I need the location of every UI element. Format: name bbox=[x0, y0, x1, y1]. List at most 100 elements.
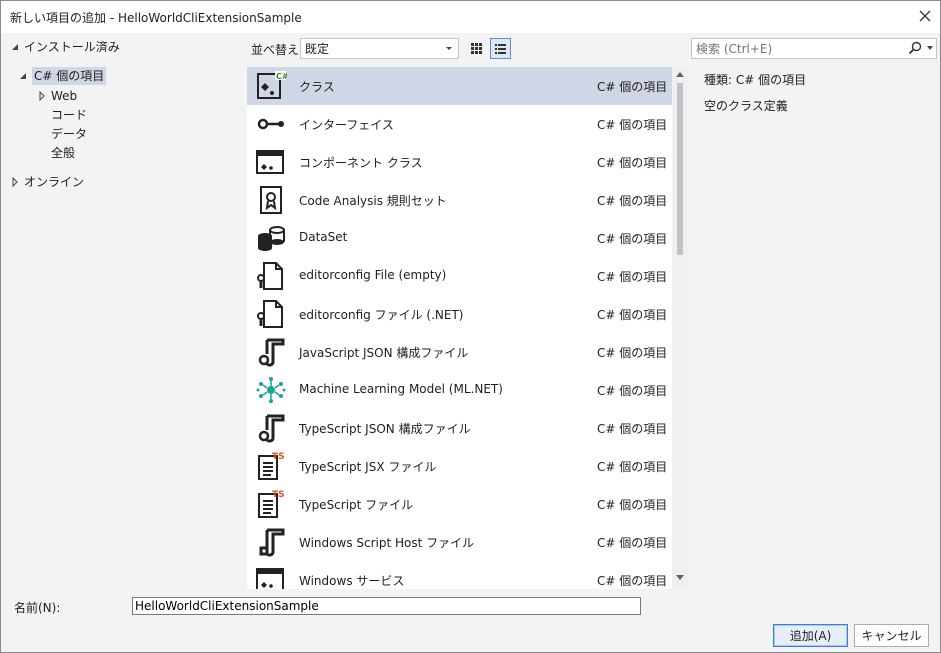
list-item-type: C# 個の項目 bbox=[597, 422, 668, 436]
tree-item-web[interactable]: Web bbox=[36, 87, 77, 105]
search-options-chevron-icon[interactable] bbox=[926, 44, 934, 52]
list-icon bbox=[495, 44, 506, 54]
collapsed-arrow-icon[interactable] bbox=[9, 176, 21, 188]
tree-item-label: インストール済み bbox=[24, 40, 120, 54]
list-item[interactable]: Windows サービス C# 個の項目 bbox=[247, 561, 672, 589]
tree-item-label: C# 個の項目 bbox=[32, 67, 107, 85]
list-item[interactable]: インターフェイス C# 個の項目 bbox=[247, 105, 672, 143]
search-icon[interactable] bbox=[908, 41, 922, 55]
list-item-type: C# 個の項目 bbox=[597, 346, 668, 360]
list-item[interactable]: JavaScript JSON 構成ファイル C# 個の項目 bbox=[247, 333, 672, 371]
editorconfig-icon bbox=[255, 298, 287, 330]
component-class-icon bbox=[255, 146, 287, 178]
list-item[interactable]: コンポーネント クラス C# 個の項目 bbox=[247, 143, 672, 181]
window-title: 新しい項目の追加 - HelloWorldCliExtensionSample bbox=[10, 11, 302, 25]
sort-value: 既定 bbox=[305, 42, 330, 56]
details-type: 種類: C# 個の項目 bbox=[704, 71, 806, 88]
typescript-file-icon: TS bbox=[255, 488, 287, 520]
sort-dropdown[interactable]: 既定 bbox=[300, 38, 459, 59]
scroll-thumb[interactable] bbox=[677, 83, 683, 255]
svg-text:C#: C# bbox=[276, 72, 287, 81]
close-icon bbox=[919, 10, 931, 22]
list-item-name: Code Analysis 規則セット bbox=[299, 194, 447, 208]
typescript-file-icon: TS bbox=[255, 450, 287, 482]
list-item-name: Machine Learning Model (ML.NET) bbox=[299, 382, 503, 396]
name-label: 名前(N): bbox=[14, 601, 61, 615]
tree-item-label: 全般 bbox=[51, 146, 76, 160]
list-item[interactable]: TypeScript JSON 構成ファイル C# 個の項目 bbox=[247, 409, 672, 447]
list-item[interactable]: editorconfig File (empty) C# 個の項目 bbox=[247, 257, 672, 295]
list-view-button[interactable] bbox=[490, 38, 511, 59]
json-config-icon bbox=[255, 412, 287, 444]
cancel-button[interactable]: キャンセル bbox=[854, 624, 929, 647]
json-config-icon bbox=[255, 336, 287, 368]
list-item-type: C# 個の項目 bbox=[597, 384, 668, 398]
list-item-name: Windows サービス bbox=[299, 574, 405, 588]
chevron-down-icon bbox=[446, 47, 452, 50]
sort-label: 並べ替え: bbox=[251, 43, 304, 57]
title-bar: 新しい項目の追加 - HelloWorldCliExtensionSample bbox=[1, 1, 940, 33]
list-item[interactable]: TS TypeScript ファイル C# 個の項目 bbox=[247, 485, 672, 523]
svg-text:TS: TS bbox=[272, 490, 285, 500]
search-box bbox=[691, 38, 937, 59]
script-host-icon bbox=[255, 526, 287, 558]
list-item-name: TypeScript ファイル bbox=[299, 498, 414, 512]
tree-item-csharp-items[interactable]: C# 個の項目 bbox=[17, 67, 107, 85]
list-item-name: TypeScript JSX ファイル bbox=[299, 460, 437, 474]
interface-icon bbox=[255, 108, 287, 140]
scroll-up-icon[interactable] bbox=[676, 71, 684, 77]
ml-model-icon bbox=[255, 374, 287, 406]
scroll-down-icon[interactable] bbox=[676, 575, 684, 581]
list-item[interactable]: DataSet C# 個の項目 bbox=[247, 219, 672, 257]
list-item-type: C# 個の項目 bbox=[597, 194, 668, 208]
tree-item-data[interactable]: データ bbox=[51, 125, 87, 143]
tree-item-general[interactable]: 全般 bbox=[51, 144, 75, 162]
list-item[interactable]: Machine Learning Model (ML.NET) C# 個の項目 bbox=[247, 371, 672, 409]
details-pane: 種類: C# 個の項目 空のクラス定義 bbox=[704, 71, 806, 114]
list-item-name: クラス bbox=[299, 80, 335, 94]
grid-view-button[interactable] bbox=[466, 38, 487, 59]
list-item[interactable]: Code Analysis 規則セット C# 個の項目 bbox=[247, 181, 672, 219]
list-item[interactable]: editorconfig ファイル (.NET) C# 個の項目 bbox=[247, 295, 672, 333]
class-icon: C# bbox=[255, 70, 289, 102]
list-item-name: DataSet bbox=[299, 230, 348, 244]
details-description: 空のクラス定義 bbox=[704, 99, 788, 113]
list-item-type: C# 個の項目 bbox=[597, 80, 668, 94]
list-item-type: C# 個の項目 bbox=[597, 118, 668, 132]
template-list: C#クラスC# 個の項目インターフェイスC# 個の項目コンポーネント クラスC#… bbox=[247, 67, 688, 589]
tree-item-online[interactable]: オンライン bbox=[9, 173, 84, 191]
grid-icon bbox=[471, 43, 482, 54]
tree-item-label: オンライン bbox=[24, 175, 85, 189]
add-button[interactable]: 追加(A) bbox=[773, 624, 848, 647]
details-type-value: C# 個の項目 bbox=[735, 73, 807, 87]
list-item-name: コンポーネント クラス bbox=[299, 156, 423, 170]
editorconfig-icon bbox=[255, 260, 287, 292]
list-item-type: C# 個の項目 bbox=[597, 270, 668, 284]
list-item-name: Windows Script Host ファイル bbox=[299, 536, 475, 550]
collapsed-arrow-icon[interactable] bbox=[36, 90, 48, 102]
tree-item-installed[interactable]: インストール済み bbox=[9, 38, 120, 56]
dataset-icon bbox=[255, 222, 287, 254]
list-item-name: インターフェイス bbox=[299, 118, 394, 132]
list-item-type: C# 個の項目 bbox=[597, 308, 668, 322]
list-item-type: C# 個の項目 bbox=[597, 156, 668, 170]
details-type-label: 種類: bbox=[704, 73, 733, 87]
name-input[interactable] bbox=[132, 597, 641, 615]
list-item[interactable]: TS TypeScript JSX ファイル C# 個の項目 bbox=[247, 447, 672, 485]
svg-text:TS: TS bbox=[272, 452, 285, 462]
list-item-name: TypeScript JSON 構成ファイル bbox=[299, 422, 471, 436]
close-button[interactable] bbox=[910, 1, 940, 31]
tree-item-code[interactable]: コード bbox=[51, 106, 87, 124]
list-scrollbar[interactable] bbox=[672, 67, 688, 589]
list-item[interactable]: Windows Script Host ファイル C# 個の項目 bbox=[247, 523, 672, 561]
list-item-type: C# 個の項目 bbox=[597, 574, 668, 588]
tree-item-label: コード bbox=[51, 108, 88, 122]
expanded-arrow-icon[interactable] bbox=[17, 70, 29, 82]
tree-item-label: データ bbox=[51, 127, 88, 141]
search-input[interactable] bbox=[692, 39, 902, 58]
list-item-name: editorconfig File (empty) bbox=[299, 268, 447, 282]
expanded-arrow-icon[interactable] bbox=[9, 41, 21, 53]
list-item-type: C# 個の項目 bbox=[597, 232, 668, 246]
list-item[interactable]: C# クラス C# 個の項目 bbox=[247, 67, 672, 105]
windows-service-icon bbox=[255, 564, 287, 589]
